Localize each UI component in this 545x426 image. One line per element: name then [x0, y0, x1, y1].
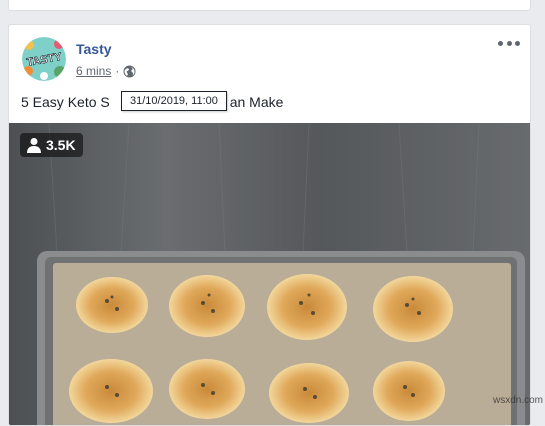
ellipsis-icon[interactable] [498, 35, 520, 51]
view-count: 3.5K [46, 137, 76, 153]
timestamp-tooltip: 31/10/2019, 11:00 [121, 91, 227, 111]
post-timestamp-link[interactable]: 6 mins [76, 64, 111, 78]
page-avatar[interactable]: TASTY [22, 37, 66, 81]
tasty-logo: TASTY [22, 37, 66, 81]
post-text-start: 5 Easy Keto S [21, 94, 110, 110]
globe-icon[interactable] [123, 65, 136, 78]
video-frame [9, 123, 530, 425]
post-card: TASTY Tasty 6 mins · 5 Easy Keto S an Mak… [8, 24, 531, 426]
person-icon [27, 138, 41, 153]
meta-separator: · [115, 64, 120, 78]
watermark: wsxdn.com [492, 395, 543, 406]
post-text-end: an Make [229, 94, 284, 110]
previous-post-card [8, 0, 531, 11]
view-count-badge: 3.5K [20, 133, 83, 157]
post-meta: 6 mins · [76, 64, 136, 78]
video-player[interactable]: 3.5K [9, 123, 530, 425]
page-name-link[interactable]: Tasty [76, 41, 112, 57]
